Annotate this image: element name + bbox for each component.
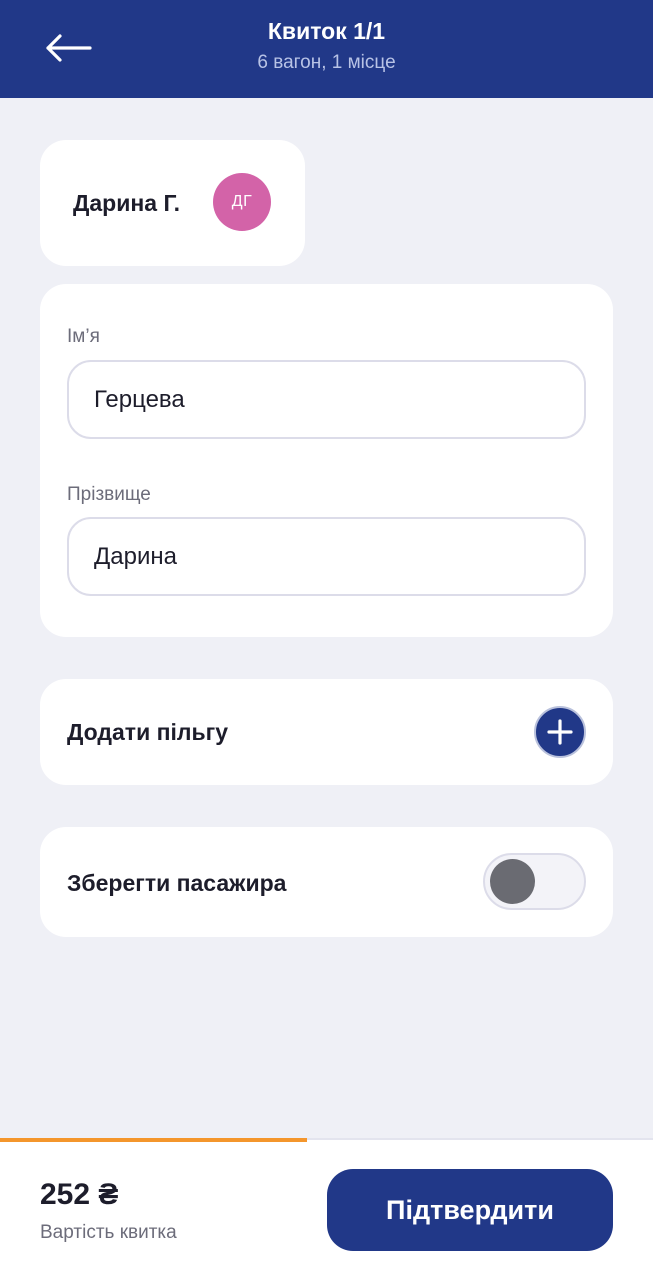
checkout-footer: 252 ₴ Вартість квитка Підтвердити: [0, 1138, 653, 1280]
save-passenger-toggle[interactable]: [483, 853, 586, 910]
passenger-short-name: Дарина Г.: [73, 190, 180, 216]
last-name-input[interactable]: [67, 517, 586, 596]
save-passenger-row: Зберегти пасажира: [40, 827, 613, 937]
toggle-knob: [490, 859, 535, 904]
add-benefit-label: Додати пільгу: [67, 719, 228, 745]
confirm-button[interactable]: Підтвердити: [327, 1169, 613, 1251]
first-name-label: Ім’я: [67, 326, 100, 347]
last-name-label: Прізвище: [67, 484, 151, 505]
page-subtitle: 6 вагон, 1 місце: [257, 52, 396, 73]
ticket-price-caption: Вартість квитка: [40, 1222, 177, 1243]
first-name-input[interactable]: [67, 360, 586, 439]
passenger-chip[interactable]: Дарина Г. ДГ: [40, 140, 305, 266]
progress-fill: [0, 1138, 307, 1142]
add-benefit-row[interactable]: Додати пільгу: [40, 679, 613, 785]
app-header: Квиток 1/1 6 вагон, 1 місце: [0, 0, 653, 98]
page-title: Квиток 1/1: [267, 18, 386, 44]
ticket-price: 252 ₴: [40, 1178, 119, 1211]
save-passenger-label: Зберегти пасажира: [67, 870, 287, 896]
add-benefit-button[interactable]: [534, 706, 586, 758]
passenger-form: Ім’я Прізвище: [40, 284, 613, 637]
progress-bar: [0, 1138, 653, 1142]
avatar: ДГ: [213, 173, 271, 231]
plus-icon: [547, 719, 573, 745]
